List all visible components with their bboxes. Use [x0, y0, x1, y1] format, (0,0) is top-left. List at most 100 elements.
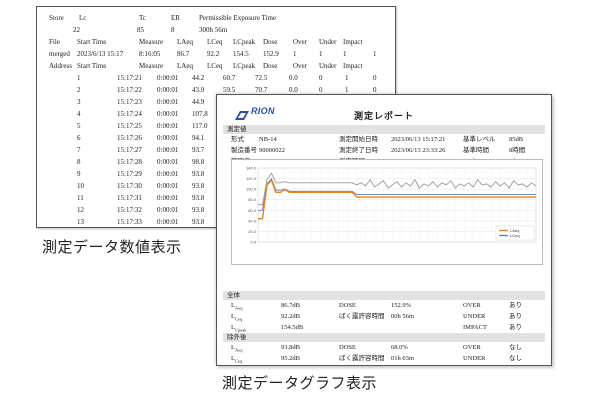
table-cell: 0:00:01 [157, 134, 179, 142]
level-chart-svg: 140.0120.0100.080.060.040.020.00.0LAeqLC… [246, 166, 537, 245]
table-cell: 0:00:01 [157, 98, 179, 106]
file-data-cell-9: 1 [343, 50, 347, 58]
field-value: NB-14 [259, 136, 277, 143]
table-cell: 15:17:32 [117, 206, 142, 214]
file-header-cell-7: Over [293, 38, 307, 46]
table-cell: 98.8 [192, 158, 205, 166]
file-data-cell-7: 1 [293, 50, 297, 58]
table-cell: 10 [77, 182, 84, 190]
field-value: 68.0% [391, 344, 408, 351]
table-cell: 1 [345, 74, 349, 82]
table-cell: 93.8 [192, 218, 205, 226]
address-header-cell-1: Start Time [77, 62, 107, 70]
table-cell: 15:17:23 [117, 98, 142, 106]
section-excluded: 除外後 [223, 333, 545, 342]
field-label: LCeq [231, 313, 243, 322]
field-value: 86.7dB [281, 302, 300, 309]
file-header-cell-4: LCeq [207, 38, 223, 46]
file-data-row: merged 2023/6/13 15:17 8:16:05 86.7 92.2 154.… [37, 48, 395, 60]
file-data-cell-3: 86.7 [177, 50, 190, 58]
table-cell: 72.5 [255, 74, 268, 82]
file-data-cell-10: 1 [373, 50, 377, 58]
table-cell: 44.2 [192, 74, 205, 82]
legend-label-lceq: LCeq [510, 233, 520, 238]
field-value: 2023/06/13 15:17:21 [391, 136, 446, 143]
graph-report-sheet: RION 測定レポート 測定値 形式 NB-14 測定開始日時 2023/06/13 … [216, 94, 552, 366]
field-value: 8時間 [509, 147, 526, 154]
table-cell: 5 [77, 122, 81, 130]
file-header-cell-1: Start Time [77, 38, 107, 46]
header-lc: Lc [79, 14, 87, 22]
header-row-2: 22 85 8 300h 56m [37, 24, 395, 36]
table-cell: 94.1 [192, 134, 205, 142]
field-label: OVER [463, 344, 481, 351]
table-cell: 0:00:01 [157, 206, 179, 214]
table-cell: 6 [77, 134, 81, 142]
table-cell: 0:00:01 [157, 146, 179, 154]
field-value: あり [509, 324, 522, 331]
y-tick-label: 0.0 [250, 240, 256, 245]
y-tick-label: 80.0 [248, 197, 257, 202]
field-label: 形式 [231, 136, 244, 143]
table-cell: 0:00:01 [157, 194, 179, 202]
plot-area [257, 167, 537, 243]
file-data-cell-5: 154.5 [233, 50, 249, 58]
table-cell: 1 [77, 74, 81, 82]
table-cell: 0:00:01 [157, 110, 179, 118]
table-cell: 11 [77, 194, 84, 202]
store-value: 22 [73, 26, 80, 34]
file-data-cell-8: 1 [319, 50, 323, 58]
y-tick-label: 100.0 [246, 187, 257, 192]
file-header-cell-2: Measure [139, 38, 164, 46]
y-tick-label: 140.0 [246, 166, 257, 171]
table-cell: 93.8 [192, 182, 205, 190]
field-label: DOSE [339, 344, 356, 351]
field-label: 測定終了日時 [339, 147, 378, 154]
table-cell: 7 [77, 146, 81, 154]
address-header-cell-9: Impact [343, 62, 363, 70]
caption-data-view: 測定データ数値表示 [42, 238, 182, 256]
field-value: 152.9% [391, 302, 412, 309]
header-pet: Permissible Exposure Time [199, 14, 277, 22]
field-value: 85dB [509, 136, 524, 143]
address-header-cell-8: Under [319, 62, 337, 70]
y-tick-label: 20.0 [248, 229, 257, 234]
table-cell: 3 [77, 98, 81, 106]
table-cell: 117.0 [192, 122, 208, 130]
table-cell: 8 [77, 158, 81, 166]
report-title: 測定レポート [353, 111, 414, 121]
table-cell: 93.8 [192, 194, 205, 202]
address-header-cell-3: LAeq [177, 62, 193, 70]
pet-value: 300h 56m [199, 26, 228, 34]
table-cell: 15:17:31 [117, 194, 142, 202]
file-header-cell-0: File [49, 38, 60, 46]
header-tc: Tc [139, 14, 146, 22]
y-tick-label: 120.0 [246, 176, 257, 181]
file-data-cell-4: 92.2 [207, 50, 220, 58]
address-header-cell-0: Address [49, 62, 72, 70]
field-value: 2023/06/13 23:33:26 [391, 147, 446, 154]
section-measurement-values: 測定値 [223, 125, 545, 134]
file-header-cell-9: Impact [343, 38, 363, 46]
table-cell: 15:17:21 [117, 74, 142, 82]
field-label: LCeq [231, 355, 243, 364]
table-cell: 60.7 [223, 74, 236, 82]
table-cell: 0 [373, 74, 377, 82]
lc-value: 85 [137, 26, 144, 34]
field-label: 基準レベル [463, 136, 496, 143]
table-cell: 15:17:24 [117, 110, 142, 118]
table-cell: 0:00:01 [157, 86, 179, 94]
address-header-cell-5: LCpeak [233, 62, 256, 70]
address-header-cell-4: LCeq [207, 62, 223, 70]
field-label: 基準時間 [463, 147, 489, 154]
table-cell: 43.9 [192, 86, 205, 94]
file-header-cell-8: Under [319, 38, 337, 46]
table-cell: 13 [77, 218, 84, 226]
table-cell: 0:00:01 [157, 158, 179, 166]
address-header-cell-7: Over [293, 62, 307, 70]
field-value: 90000022 [259, 147, 285, 154]
table-cell: 15:17:30 [117, 182, 142, 190]
table-cell: 9 [77, 170, 81, 178]
file-data-cell-1: 2023/6/13 15:17 [77, 50, 124, 58]
level-chart: 140.0 120.0 100.0 80.0 60.0 40.0 20.0 0.0 LAeq LC… [231, 159, 543, 265]
